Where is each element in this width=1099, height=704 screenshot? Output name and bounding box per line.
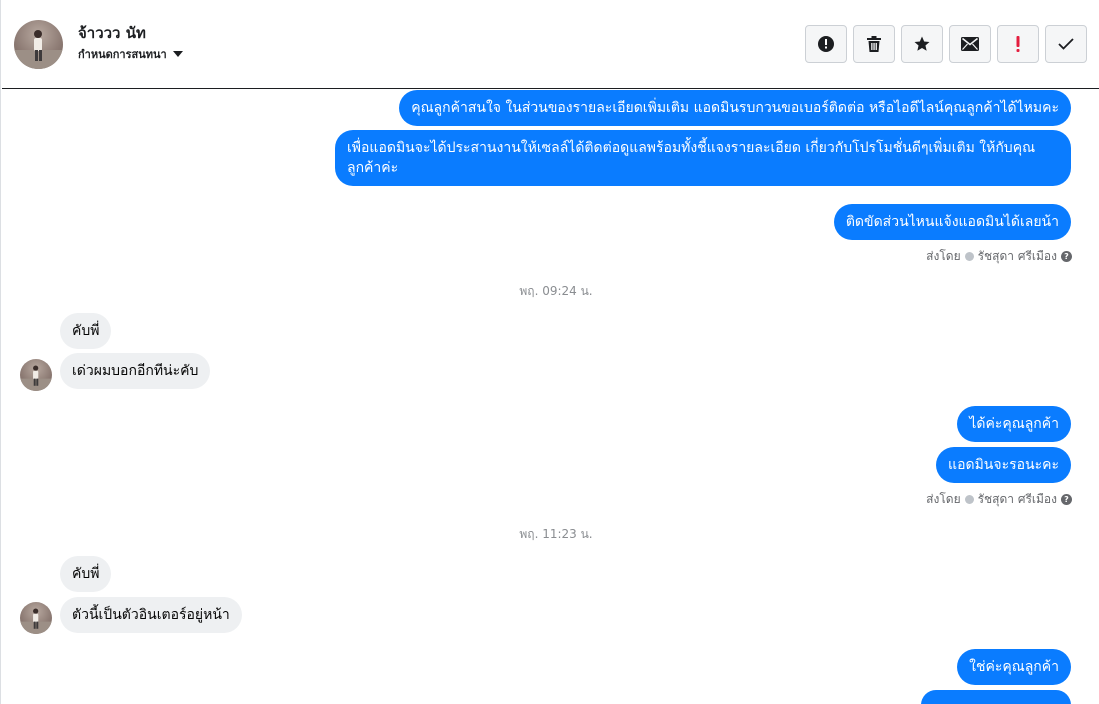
help-icon[interactable]: ? — [1061, 251, 1072, 262]
exclamation-icon — [1016, 36, 1020, 52]
contact-avatar-small — [20, 602, 52, 634]
outgoing-message[interactable]: คุณลูกค้าสนใจ ในส่วนของรายละเอียดเพิ่มเต… — [399, 90, 1071, 126]
outgoing-message[interactable]: ได้ค่ะคุณลูกค้า — [957, 406, 1071, 442]
follow-up-button[interactable] — [997, 25, 1039, 63]
outgoing-message-partial[interactable] — [921, 690, 1071, 704]
contact-avatar[interactable] — [14, 20, 63, 69]
sent-by-label: ส่งโดย — [926, 492, 961, 506]
incoming-message[interactable]: คับพี่ — [60, 556, 112, 592]
outgoing-message[interactable]: แอดมินจะรอนะคะ — [936, 447, 1071, 483]
message-thread: คุณลูกค้าสนใจ ในส่วนของรายละเอียดเพิ่มเต… — [2, 89, 1099, 704]
agent-name: รัชสุดา ศรีเมือง — [977, 492, 1057, 506]
contact-avatar-small — [20, 359, 52, 391]
sent-by-info: ส่งโดย รัชสุดา ศรีเมือง ? — [926, 247, 1072, 266]
outgoing-message[interactable]: ใช่ค่ะคุณลูกค้า — [957, 649, 1071, 685]
incoming-message[interactable]: เด่วผมบอกอีกทีน่ะคับ — [60, 353, 211, 389]
delete-button[interactable] — [853, 25, 895, 63]
mark-spam-button[interactable] — [805, 25, 847, 63]
outgoing-message[interactable]: ติดขัดส่วนไหนแจ้งแอดมินได้เลยน้า — [833, 204, 1071, 240]
envelope-icon — [961, 37, 979, 51]
conversation-panel: จ้าววว นัท กำหนดการสนทนา คุณลูกค้าสนใจ ใ… — [0, 0, 1099, 704]
incoming-message[interactable]: คับพี่ — [60, 313, 112, 349]
assign-conversation-dropdown[interactable]: กำหนดการสนทนา — [78, 45, 183, 63]
mark-unread-button[interactable] — [949, 25, 991, 63]
star-button[interactable] — [901, 25, 943, 63]
check-icon — [1058, 38, 1074, 50]
sent-status-icon — [964, 252, 974, 261]
incoming-message[interactable]: ตัวนี้เป็นตัวอินเตอร์อยู่หน้า — [60, 597, 242, 633]
trash-icon — [867, 36, 881, 52]
message-timestamp: พฤ. 09:24 น. — [519, 284, 593, 298]
help-icon[interactable]: ? — [1061, 494, 1072, 505]
sent-by-label: ส่งโดย — [926, 249, 961, 263]
message-timestamp: พฤ. 11:23 น. — [519, 527, 593, 541]
assign-label: กำหนดการสนทนา — [78, 48, 167, 61]
star-icon — [914, 36, 930, 51]
conversation-header: จ้าววว นัท กำหนดการสนทนา — [2, 0, 1099, 89]
agent-name: รัชสุดา ศรีเมือง — [977, 249, 1057, 263]
sent-status-icon — [964, 495, 974, 504]
alert-circle-icon — [818, 36, 834, 52]
contact-name[interactable]: จ้าววว นัท — [78, 21, 146, 45]
mark-done-button[interactable] — [1045, 25, 1087, 63]
sent-by-info: ส่งโดย รัชสุดา ศรีเมือง ? — [926, 490, 1072, 509]
conversation-toolbar — [805, 25, 1087, 63]
caret-down-icon — [172, 51, 183, 57]
outgoing-message[interactable]: เพื่อแอดมินจะได้ประสานงานให้เซลล์ได้ติดต… — [335, 130, 1071, 186]
